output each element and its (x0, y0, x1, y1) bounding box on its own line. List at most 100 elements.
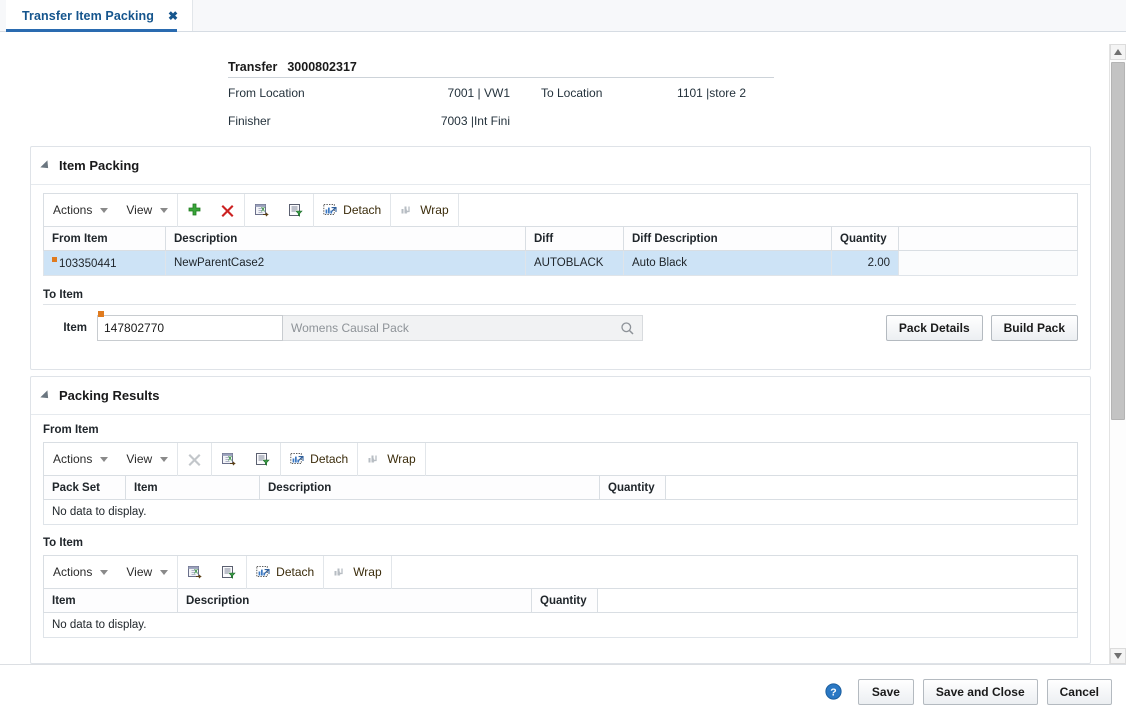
packing-results-header[interactable]: Packing Results (31, 377, 1090, 415)
actions-menu[interactable]: Actions (44, 556, 117, 589)
to-item-input[interactable] (97, 315, 283, 341)
cell-diff: AUTOBLACK (525, 250, 624, 276)
table-header-row: Pack Set Item Description Quantity (43, 475, 1078, 500)
vertical-scrollbar[interactable] (1109, 44, 1126, 664)
export-to-excel-icon: X (254, 203, 270, 218)
from-location-label: From Location (228, 86, 305, 100)
table-header-row: Item Description Quantity (43, 588, 1078, 613)
scroll-up-arrow-icon[interactable] (1110, 44, 1126, 60)
detach-label: Detach (310, 452, 349, 466)
results-to-item-toolbar: Actions View X Detach Wrap (43, 555, 1078, 589)
actions-menu-label: Actions (53, 565, 93, 579)
column-header-description[interactable]: Description (259, 475, 600, 500)
export-to-excel-button[interactable]: X (245, 194, 279, 227)
results-to-item-empty: No data to display. (43, 613, 1078, 638)
item-packing-header[interactable]: Item Packing (31, 147, 1090, 185)
wrap-icon (400, 203, 415, 217)
query-by-example-button[interactable] (246, 443, 280, 476)
cancel-button[interactable]: Cancel (1046, 678, 1112, 705)
export-to-excel-button[interactable]: X (178, 556, 212, 589)
required-marker-icon (52, 256, 57, 262)
export-to-excel-icon: X (187, 565, 203, 580)
column-header-quantity[interactable]: Quantity (599, 475, 666, 500)
to-item-field-row: Item Womens Causal Pack Pack Details (43, 311, 1078, 341)
chevron-down-icon (100, 207, 109, 213)
help-icon[interactable]: ? (825, 683, 842, 700)
scroll-down-arrow-icon[interactable] (1110, 648, 1126, 664)
actions-menu[interactable]: Actions (44, 443, 117, 476)
collapse-triangle-icon[interactable] (40, 159, 52, 172)
wrap-button[interactable]: Wrap (358, 443, 424, 476)
detach-label: Detach (343, 203, 382, 217)
packing-results-title: Packing Results (59, 388, 160, 403)
item-packing-table: From Item Description Diff Diff Descript… (43, 226, 1078, 276)
cell-from-item-text: 103350441 (59, 257, 117, 270)
detach-icon (323, 203, 338, 217)
query-by-example-button[interactable] (279, 194, 313, 227)
scrollbar-thumb[interactable] (1111, 62, 1125, 420)
column-header-description[interactable]: Description (177, 588, 532, 613)
column-header-description[interactable]: Description (165, 226, 526, 251)
to-item-description-text: Womens Causal Pack (291, 321, 409, 335)
svg-text:X: X (228, 456, 232, 462)
cell-quantity: 2.00 (831, 250, 899, 276)
toolbar-filler (457, 193, 1077, 227)
table-row[interactable]: 103350441 NewParentCase2 AUTOBLACK Auto … (43, 250, 1078, 276)
wrap-label: Wrap (387, 452, 416, 466)
tab-transfer-item-packing[interactable]: Transfer Item Packing ✖ (6, 0, 194, 31)
build-pack-button[interactable]: Build Pack (990, 315, 1078, 341)
column-header-from-item[interactable]: From Item (43, 226, 166, 251)
save-button[interactable]: Save (857, 678, 914, 705)
wrap-icon (333, 565, 348, 579)
column-header-diff[interactable]: Diff (525, 226, 624, 251)
column-header-quantity[interactable]: Quantity (531, 588, 598, 613)
wrap-label: Wrap (353, 565, 382, 579)
wrap-button[interactable]: Wrap (324, 556, 390, 589)
pack-details-button[interactable]: Pack Details (885, 315, 983, 341)
item-packing-toolbar: Actions View X Detach Wrap (43, 193, 1078, 227)
view-menu[interactable]: View (117, 194, 177, 227)
view-menu[interactable]: View (117, 443, 177, 476)
svg-text:X: X (261, 207, 265, 213)
view-menu-label: View (126, 565, 153, 579)
chevron-down-icon (100, 569, 109, 575)
to-item-section-label: To Item (43, 289, 1076, 305)
detach-button[interactable]: Detach (281, 443, 357, 476)
results-from-item-table: Pack Set Item Description Quantity (43, 475, 1078, 500)
detach-button[interactable]: Detach (314, 194, 390, 227)
chevron-down-icon (160, 456, 169, 462)
wrap-button[interactable]: Wrap (391, 194, 457, 227)
footer-bar: ? Save Save and Close Cancel (0, 664, 1126, 718)
column-header-filler (898, 226, 1078, 251)
export-to-excel-icon: X (221, 452, 237, 467)
cell-description: NewParentCase2 (165, 250, 526, 276)
item-packing-panel: Item Packing Actions View X Detach Wrap … (30, 146, 1091, 370)
detach-button[interactable]: Detach (247, 556, 323, 589)
record-header: Transfer 3000802317 From Location 7001 |… (228, 60, 774, 142)
collapse-triangle-icon[interactable] (40, 389, 52, 402)
actions-menu[interactable]: Actions (44, 194, 117, 227)
column-header-item[interactable]: Item (125, 475, 260, 500)
add-row-button[interactable] (178, 194, 211, 227)
column-header-diff-description[interactable]: Diff Description (623, 226, 832, 251)
close-icon[interactable]: ✖ (168, 10, 178, 22)
search-icon[interactable] (620, 321, 635, 339)
toolbar-filler (424, 442, 1077, 476)
query-by-example-button[interactable] (212, 556, 246, 589)
view-menu[interactable]: View (117, 556, 177, 589)
view-menu-label: View (126, 452, 153, 466)
required-marker-icon (98, 311, 104, 317)
cell-from-item: 103350441 (43, 250, 166, 276)
save-and-close-button[interactable]: Save and Close (922, 678, 1038, 705)
svg-text:?: ? (830, 686, 836, 698)
export-to-excel-button[interactable]: X (212, 443, 246, 476)
column-header-pack-set[interactable]: Pack Set (43, 475, 126, 500)
wrap-label: Wrap (420, 203, 449, 217)
column-header-quantity[interactable]: Quantity (831, 226, 899, 251)
to-item-field-label: Item (63, 322, 87, 334)
to-location-value: 1101 |store 2 (677, 86, 746, 100)
delete-row-button[interactable] (211, 194, 244, 227)
column-header-item[interactable]: Item (43, 588, 178, 613)
view-menu-label: View (126, 203, 153, 217)
delete-row-button-disabled (178, 443, 211, 476)
